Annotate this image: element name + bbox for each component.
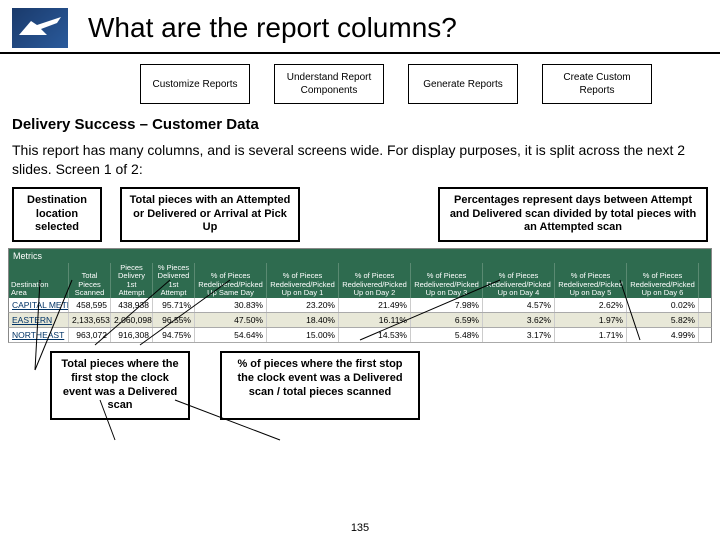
callout-stop-clock-pct: % of pieces where the first stop the clo… — [220, 351, 420, 420]
cell-same-day: 47.50% — [195, 313, 267, 327]
cell-day2: 21.49% — [339, 298, 411, 312]
col-header-day4: % of Pieces Redelivered/Picked Up on Day… — [483, 263, 555, 298]
tab-create-custom[interactable]: Create Custom Reports — [542, 64, 652, 104]
metrics-header: Metrics — [9, 249, 69, 263]
cell-day3: 6.59% — [411, 313, 483, 327]
page-number: 135 — [0, 522, 720, 534]
col-header-total-pieces: Total Pieces Scanned — [69, 263, 111, 298]
cell-day3: 7.98% — [411, 298, 483, 312]
cell-pct-1st: 95.71% — [153, 298, 195, 312]
cell-day2: 16.11% — [339, 313, 411, 327]
tab-customize-reports[interactable]: Customize Reports — [140, 64, 250, 104]
cell-delivery-1st: 916,308 — [111, 328, 153, 342]
cell-same-day: 54.64% — [195, 328, 267, 342]
page-title: What are the report columns? — [88, 12, 457, 44]
cell-day5: 2.62% — [555, 298, 627, 312]
tab-generate-reports[interactable]: Generate Reports — [408, 64, 518, 104]
cell-destination: NORTHEAST — [9, 328, 69, 342]
cell-total-pieces: 458,595 — [69, 298, 111, 312]
cell-destination: EASTERN — [9, 313, 69, 327]
col-header-delivery-1st: Pieces Delivery 1st Attempt — [111, 263, 153, 298]
usps-eagle-logo — [12, 8, 68, 48]
report-table: Metrics Destination Area Total Pieces Sc… — [8, 248, 712, 343]
cell-day4: 4.57% — [483, 298, 555, 312]
section-title: Delivery Success – Customer Data — [0, 114, 720, 139]
cell-total-pieces: 2,133,653 — [69, 313, 111, 327]
cell-pct-1st: 96.55% — [153, 313, 195, 327]
col-header-day2: % of Pieces Redelivered/Picked Up on Day… — [339, 263, 411, 298]
col-header-same-day: % of Pieces Redelivered/Picked Up Same D… — [195, 263, 267, 298]
cell-delivery-1st: 2,060,098 — [111, 313, 153, 327]
cell-pct-1st: 94.75% — [153, 328, 195, 342]
callout-percentages: Percentages represent days between Attem… — [438, 187, 708, 242]
cell-day6: 5.82% — [627, 313, 699, 327]
cell-day1: 18.40% — [267, 313, 339, 327]
cell-day3: 5.48% — [411, 328, 483, 342]
cell-day2: 14.53% — [339, 328, 411, 342]
cell-day5: 1.97% — [555, 313, 627, 327]
tab-understand-components[interactable]: Understand Report Components — [274, 64, 384, 104]
col-header-day6: % of Pieces Redelivered/Picked Up on Day… — [627, 263, 699, 298]
table-header-row: Destination Area Total Pieces Scanned Pi… — [8, 263, 712, 298]
cell-day6: 4.99% — [627, 328, 699, 342]
col-header-pct-delivered-1st: % Pieces Delivered 1st Attempt — [153, 263, 195, 298]
table-row: CAPITAL METRO458,595438,93895.71%30.83%2… — [8, 298, 712, 313]
intro-text: This report has many columns, and is sev… — [0, 139, 720, 187]
cell-total-pieces: 963,072 — [69, 328, 111, 342]
cell-day4: 3.17% — [483, 328, 555, 342]
cell-same-day: 30.83% — [195, 298, 267, 312]
cell-day4: 3.62% — [483, 313, 555, 327]
cell-delivery-1st: 438,938 — [111, 298, 153, 312]
cell-day1: 15.00% — [267, 328, 339, 342]
col-header-day1: % of Pieces Redelivered/Picked Up on Day… — [267, 263, 339, 298]
table-row: EASTERN2,133,6532,060,09896.55%47.50%18.… — [8, 313, 712, 328]
callout-total-attempted: Total pieces with an Attempted or Delive… — [120, 187, 300, 242]
col-header-day5: % of Pieces Redelivered/Picked Up on Day… — [555, 263, 627, 298]
nav-tabs: Customize Reports Understand Report Comp… — [0, 54, 720, 114]
cell-destination: CAPITAL METRO — [9, 298, 69, 312]
col-header-destination: Destination Area — [9, 263, 69, 298]
cell-day1: 23.20% — [267, 298, 339, 312]
cell-day6: 0.02% — [627, 298, 699, 312]
callout-destination: Destination location selected — [12, 187, 102, 242]
cell-day5: 1.71% — [555, 328, 627, 342]
callout-delivered-scan: Total pieces where the first stop the cl… — [50, 351, 190, 420]
col-header-day3: % of Pieces Redelivered/Picked Up on Day… — [411, 263, 483, 298]
table-row: NORTHEAST963,072916,30894.75%54.64%15.00… — [8, 328, 712, 343]
